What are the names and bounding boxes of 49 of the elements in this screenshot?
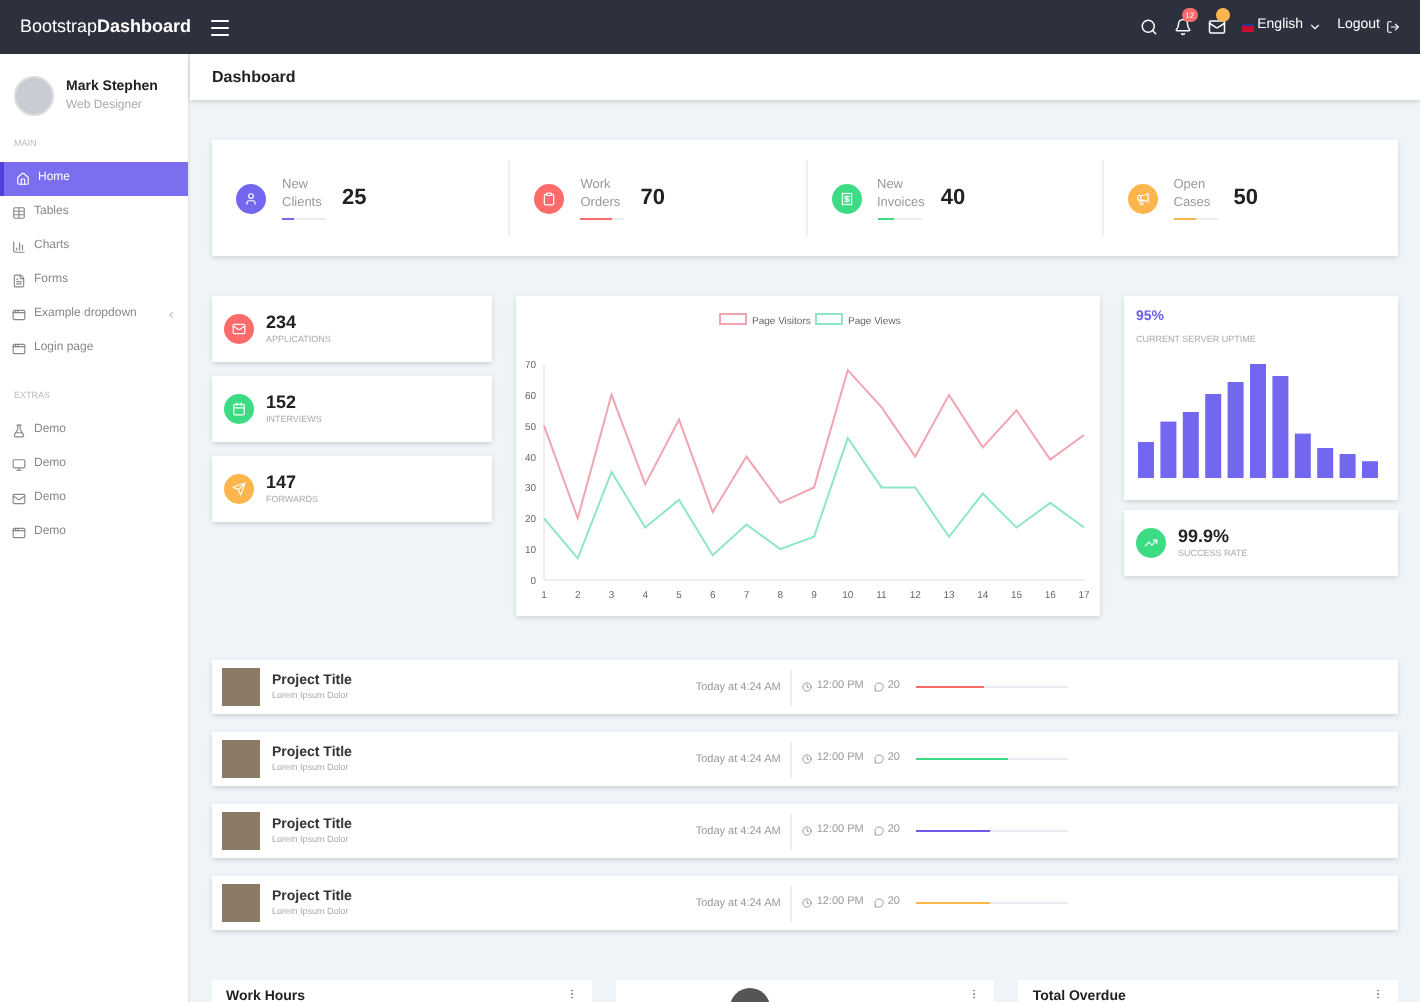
photo-placeholder [222, 884, 260, 922]
page-title: Dashboard [212, 65, 296, 89]
photo-placeholder [222, 668, 260, 706]
photo-placeholder [222, 740, 260, 778]
send-icon [232, 482, 246, 496]
photo-placeholder [222, 812, 260, 850]
home-icon [16, 171, 30, 186]
comment-icon [873, 682, 884, 692]
comment-icon [873, 826, 884, 836]
clock-icon [802, 826, 813, 836]
flag-icon [1241, 23, 1254, 31]
window-icon [12, 341, 26, 356]
bar-chart-icon [12, 239, 26, 254]
caret-icon [166, 309, 176, 320]
logout-icon [1386, 20, 1400, 34]
comment-icon [873, 898, 884, 908]
mail-icon [232, 322, 246, 336]
calendar-icon [232, 402, 246, 416]
document-icon [12, 273, 26, 288]
stat-value: 25 [342, 183, 367, 214]
monitor-icon [12, 457, 26, 471]
comment-icon [873, 754, 884, 764]
clock-icon [802, 754, 813, 764]
window-icon [12, 525, 26, 539]
megaphone-icon [1135, 191, 1150, 205]
receipt-icon [839, 191, 853, 205]
clock-icon [802, 682, 813, 692]
metric-value: 147 [266, 471, 299, 494]
metric-value: 152 [266, 391, 299, 414]
menu-icon[interactable] [207, 15, 232, 39]
clipboard-icon [542, 191, 557, 205]
table-icon [12, 205, 26, 220]
clock-icon [802, 898, 813, 908]
window-icon [12, 307, 26, 322]
user-icon [244, 191, 258, 205]
stat-value: 50 [1233, 183, 1258, 214]
brand-logo[interactable]: BootstrapDashboard [20, 13, 192, 41]
mail-icon [12, 491, 26, 505]
stat-value: 40 [940, 183, 966, 214]
search-icon[interactable] [1139, 18, 1158, 36]
caret-icon [1307, 20, 1322, 34]
stat-value: 70 [640, 183, 665, 214]
metric-value: 234 [266, 311, 299, 334]
bell-icon[interactable] [1173, 18, 1192, 36]
mail-icon[interactable] [1207, 18, 1226, 36]
trend-icon [1144, 536, 1158, 550]
flask-icon [12, 423, 26, 437]
success-value: 99.9% [1178, 525, 1232, 548]
avatar-placeholder [14, 76, 54, 116]
